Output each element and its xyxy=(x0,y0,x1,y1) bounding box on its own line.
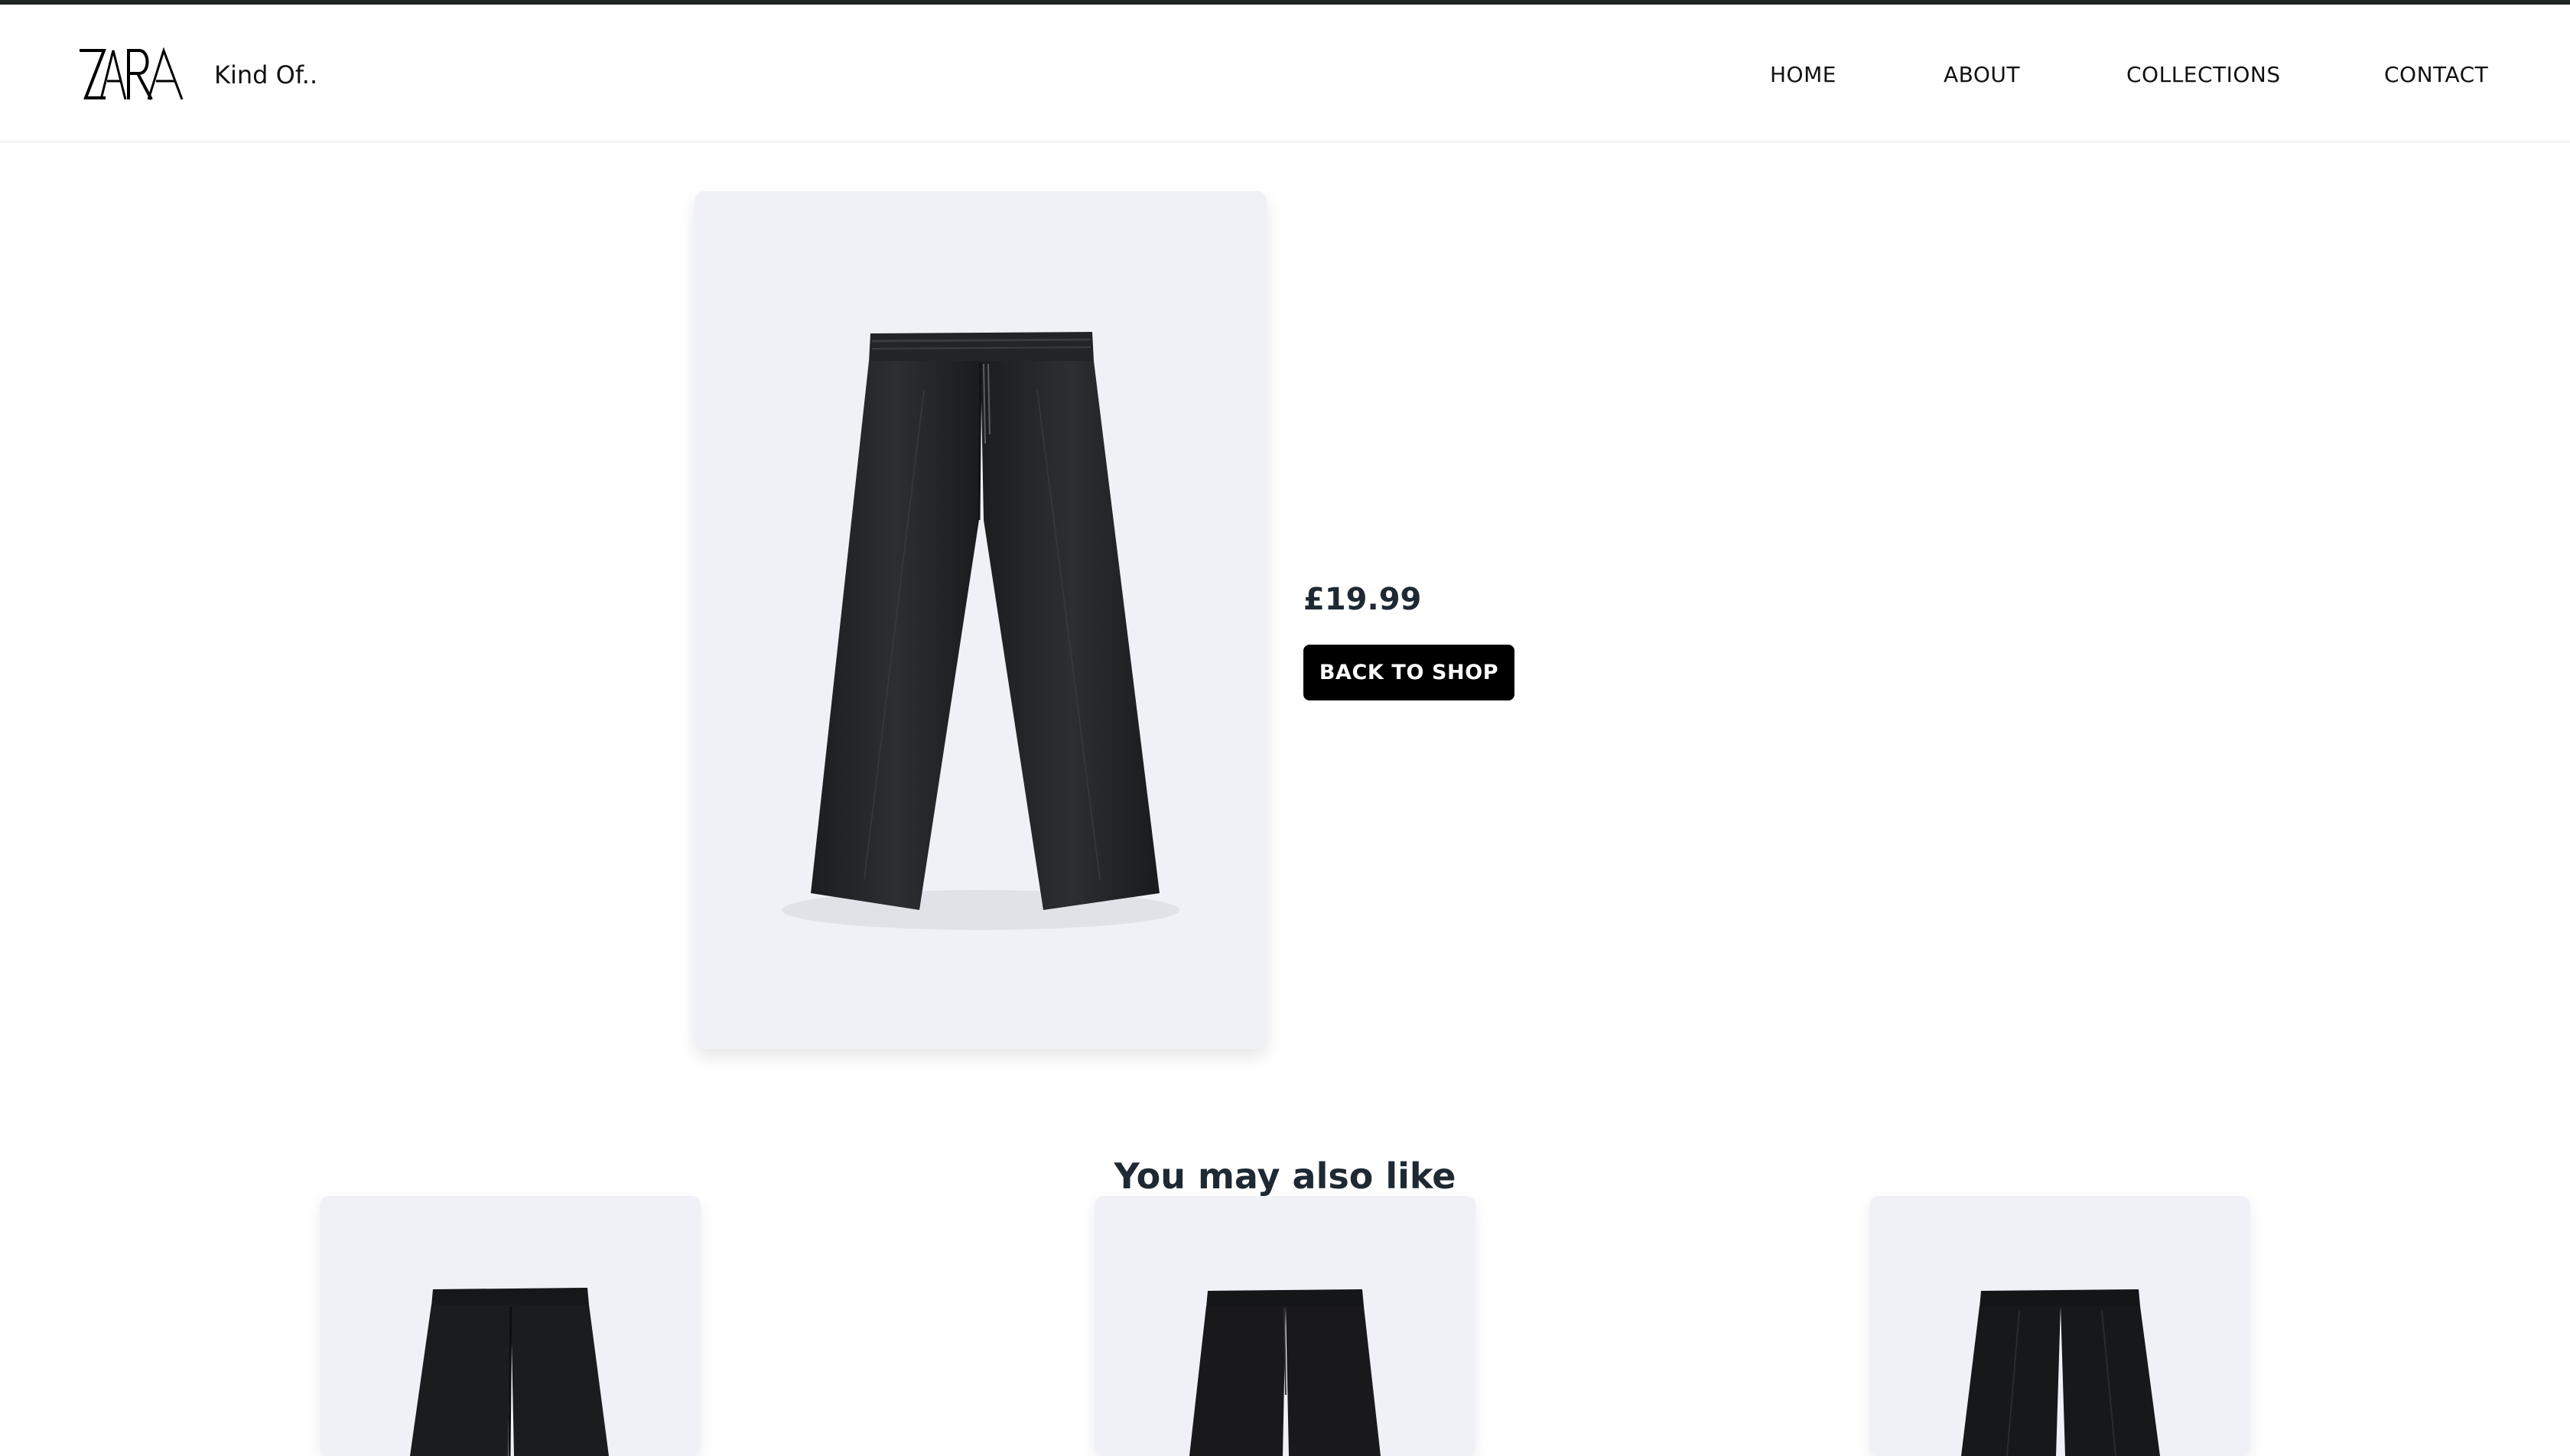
related-product-card[interactable] xyxy=(1869,1196,2250,1456)
product-price: £19.99 xyxy=(1303,582,1422,617)
black-trousers-image xyxy=(410,1288,609,1456)
nav-collections-link[interactable]: COLLECTIONS xyxy=(2126,60,2281,90)
nav-contact-link[interactable]: CONTACT xyxy=(2384,60,2488,90)
product-image xyxy=(695,191,1267,1049)
black-trousers-image xyxy=(1961,1289,2160,1456)
related-products-heading: You may also like xyxy=(1114,1155,1456,1198)
nav-home-link[interactable]: HOME xyxy=(1770,60,1836,90)
black-trousers-image xyxy=(782,332,1179,930)
zara-logo[interactable] xyxy=(78,47,193,102)
site-header: Kind Of.. HOME ABOUT COLLECTIONS CONTACT xyxy=(0,5,2570,143)
related-product-card[interactable] xyxy=(1095,1196,1475,1456)
brand-tagline: Kind Of.. xyxy=(214,60,318,89)
black-trousers-image xyxy=(1189,1289,1381,1456)
back-to-shop-button[interactable]: BACK TO SHOP xyxy=(1303,645,1514,700)
nav-about-link[interactable]: ABOUT xyxy=(1944,60,2020,90)
related-product-card[interactable] xyxy=(320,1196,701,1456)
